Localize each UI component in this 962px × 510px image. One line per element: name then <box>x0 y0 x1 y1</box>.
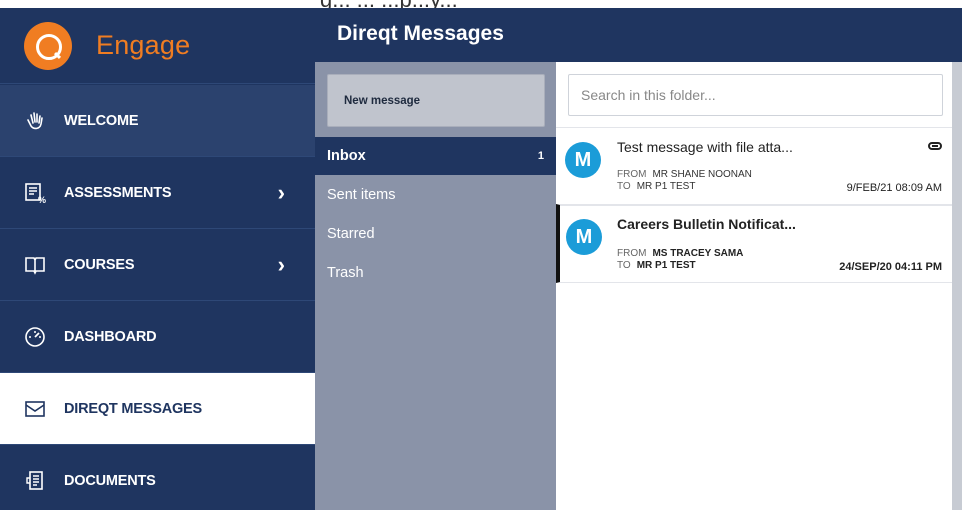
message-subject: Test message with file atta... <box>617 139 793 155</box>
svg-text:%: % <box>38 195 46 204</box>
sidebar-item-label: ASSESSMENTS <box>64 184 172 201</box>
cropped-title-text: g... ... ...p...y... <box>320 0 458 8</box>
chevron-right-icon: › <box>277 179 285 205</box>
documents-icon <box>24 470 46 492</box>
from-name: MR SHANE NOONAN <box>652 169 752 180</box>
message-subject: Careers Bulletin Notificat... <box>617 216 796 232</box>
folder-label: Inbox <box>327 148 366 164</box>
message-row[interactable]: M Careers Bulletin Notificat... FROM MS T… <box>556 204 952 283</box>
folder-panel: New message Inbox 1 Sent items Starred T… <box>315 62 556 510</box>
sidebar-item-documents[interactable]: DOCUMENTS <box>0 445 315 510</box>
message-date: 9/FEB/21 08:09 AM <box>846 182 942 194</box>
to-label: TO <box>617 181 631 192</box>
message-list-panel: M Test message with file atta... FROMMR … <box>556 62 952 510</box>
sidebar-item-welcome[interactable]: WELCOME <box>0 85 315 157</box>
from-label: FROM <box>617 248 647 259</box>
message-date: 24/SEP/20 04:11 PM <box>839 261 942 273</box>
sidebar-item-direqt-messages[interactable]: DIREQT MESSAGES <box>0 373 315 445</box>
gauge-icon <box>24 326 46 348</box>
to-name: MR P1 TEST <box>636 260 696 271</box>
assessment-icon: % <box>24 182 46 204</box>
sidebar-item-label: COURSES <box>64 256 135 273</box>
to-name: MR P1 TEST <box>636 181 696 192</box>
message-from: FROM MS TRACEY SAMA <box>617 248 743 259</box>
folder-label: Starred <box>327 226 375 242</box>
chevron-right-icon: › <box>277 251 285 277</box>
message-to: TO MR P1 TEST <box>617 260 696 271</box>
engage-logo-icon <box>24 22 72 70</box>
search-input[interactable] <box>568 74 943 116</box>
sidebar-item-label: DOCUMENTS <box>64 472 156 489</box>
folder-inbox[interactable]: Inbox 1 <box>315 137 556 175</box>
sidebar-item-assessments[interactable]: % ASSESSMENTS › <box>0 157 315 229</box>
avatar: M <box>566 219 602 255</box>
avatar: M <box>565 142 601 178</box>
folder-label: Sent items <box>327 187 396 203</box>
page-header: Direqt Messages <box>315 8 962 62</box>
paperclip-icon <box>928 142 942 150</box>
message-from: FROM MR SHANE NOONAN <box>617 169 752 180</box>
sidebar-item-dashboard[interactable]: DASHBOARD <box>0 301 315 373</box>
message-row[interactable]: M Test message with file atta... FROM MR … <box>556 127 952 206</box>
sidebar: Engage WELCOME % ASSESSMENTS › COURSES ›… <box>0 8 315 510</box>
new-message-button[interactable]: New message <box>327 74 545 127</box>
folder-starred[interactable]: Starred <box>315 215 556 253</box>
sidebar-item-label: DIREQT MESSAGES <box>64 400 202 417</box>
sidebar-item-courses[interactable]: COURSES › <box>0 229 315 301</box>
folder-trash[interactable]: Trash <box>315 254 556 292</box>
unread-count-badge: 1 <box>537 150 544 162</box>
hand-wave-icon <box>24 110 46 132</box>
sidebar-item-label: WELCOME <box>64 112 139 129</box>
envelope-icon <box>24 398 46 420</box>
to-label: TO <box>617 260 631 271</box>
page-title: Direqt Messages <box>337 22 504 45</box>
top-cropped-text: g... ... ...p...y... <box>0 0 962 8</box>
brand-header[interactable]: Engage <box>0 8 315 84</box>
book-icon <box>24 254 46 276</box>
message-to: TO MR P1 TEST <box>617 181 695 192</box>
from-name: MS TRACEY SAMA <box>652 248 744 259</box>
folder-sent-items[interactable]: Sent items <box>315 176 556 214</box>
brand-name: Engage <box>96 30 191 60</box>
from-label: FROM <box>617 169 647 180</box>
sidebar-item-label: DASHBOARD <box>64 328 157 345</box>
folder-label: Trash <box>327 265 364 281</box>
scrollbar[interactable] <box>952 62 962 510</box>
